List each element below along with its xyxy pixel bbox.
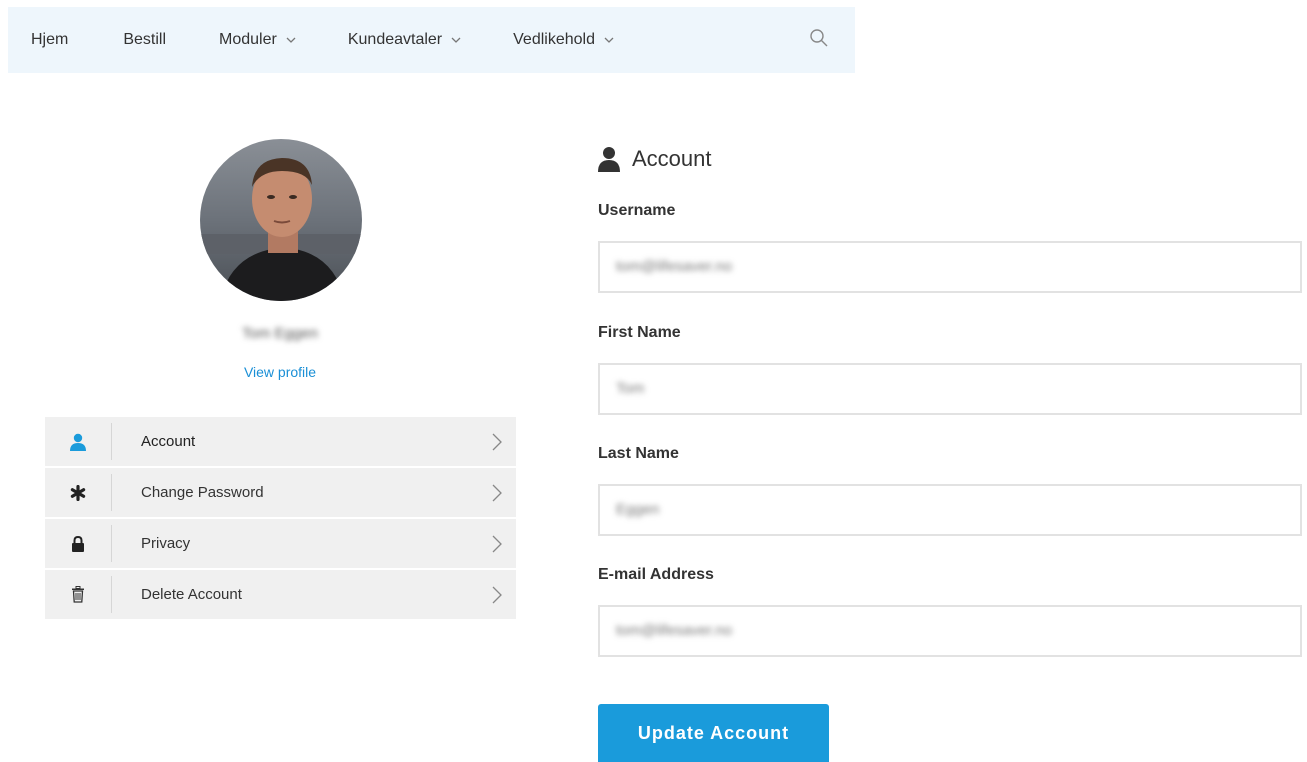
email-label: E-mail Address [598,566,714,583]
user-icon [70,433,86,451]
nav-item-vedlikehold[interactable]: Vedlikehold [513,31,614,49]
nav-item-hjem[interactable]: Hjem [31,31,68,49]
nav-item-moduler[interactable]: Moduler [219,31,296,49]
trash-icon [72,586,84,603]
section-title: Account [598,146,712,172]
view-profile-link[interactable]: View profile [180,364,380,380]
last-name-field[interactable]: Eggen [598,484,1302,536]
last-name-value: Eggen [616,501,660,518]
menu-item-change-password[interactable]: Change Password [45,468,516,519]
email-value: tom@lifesaver.no [616,622,733,639]
nav-item-kundeavtaler[interactable]: Kundeavtaler [348,31,461,49]
username-field[interactable]: tom@lifesaver.no [598,241,1302,293]
section-title-label: Account [632,146,712,171]
search-icon[interactable] [808,27,830,49]
lock-icon [72,535,84,552]
account-side-menu: Account Change Password Privacy Delete A… [45,417,516,621]
last-name-label: Last Name [598,445,679,462]
menu-item-label: Privacy [141,535,191,552]
menu-item-delete-account[interactable]: Delete Account [45,570,516,621]
chevron-down-icon [604,37,614,43]
first-name-field[interactable]: Tom [598,363,1302,415]
nav-item-label: Hjem [31,31,69,48]
menu-item-privacy[interactable]: Privacy [45,519,516,570]
top-nav: Hjem Bestill Moduler Kundeavtaler Vedlik… [8,7,855,73]
menu-item-account[interactable]: Account [45,417,516,468]
nav-item-label: Kundeavtaler [347,31,443,48]
first-name-label: First Name [598,324,681,341]
menu-item-label: Account [141,433,196,450]
chevron-right-icon [492,586,502,604]
user-icon [598,147,620,172]
menu-item-label: Change Password [141,484,264,501]
nav-item-bestill[interactable]: Bestill [123,31,166,49]
menu-item-label: Delete Account [141,586,242,603]
username-label: Username [598,202,676,219]
username-value: tom@lifesaver.no [616,258,733,275]
email-field[interactable]: tom@lifesaver.no [598,605,1302,657]
chevron-down-icon [286,37,296,43]
nav-item-label: Vedlikehold [513,31,595,48]
asterisk-icon [70,484,86,501]
first-name-value: Tom [616,380,645,397]
update-account-button[interactable]: Update Account [598,704,829,762]
chevron-right-icon [492,535,502,553]
nav-item-label: Bestill [123,31,167,48]
avatar [200,139,362,301]
chevron-down-icon [451,37,461,43]
nav-item-label: Moduler [219,31,277,48]
user-name: Tom Eggen [242,325,318,342]
chevron-right-icon [492,484,502,502]
chevron-right-icon [492,433,502,451]
